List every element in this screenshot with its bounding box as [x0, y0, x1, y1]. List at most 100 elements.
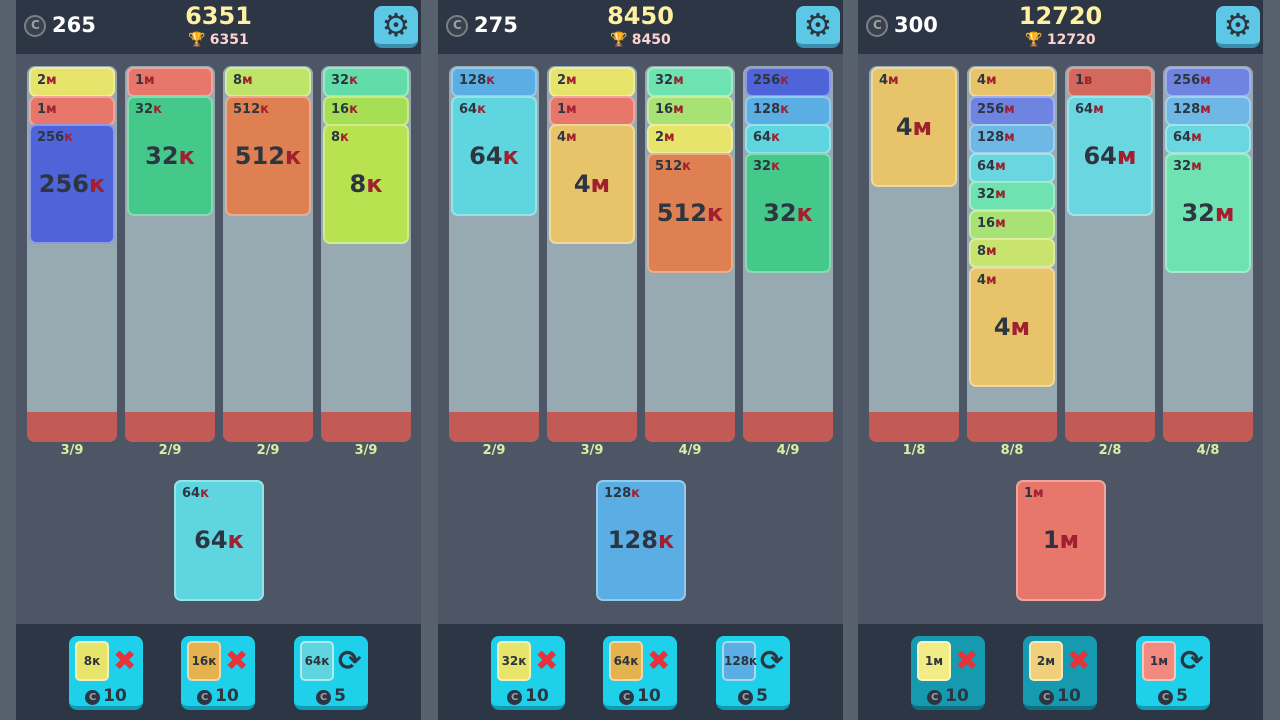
powerup-button[interactable]: 2м ✖ C 10: [1023, 636, 1097, 710]
card-label-small: 128к: [753, 101, 789, 117]
stack-column[interactable]: 32к 16к 8к 8к: [321, 66, 411, 442]
column-base: [223, 412, 313, 442]
powerup-cost: C 10: [603, 686, 677, 706]
powerup-chip: 64к: [609, 641, 643, 681]
card-label-small: 16м: [977, 215, 1006, 231]
powerup-button[interactable]: 1м ✖ C 10: [911, 636, 985, 710]
top-card: 64м 64м: [1067, 95, 1153, 216]
next-card[interactable]: 1м 1м: [1016, 480, 1106, 601]
powerup-button[interactable]: 8к ✖ C 10: [69, 636, 143, 710]
powerup-button[interactable]: 64к ⟳ C 5: [294, 636, 368, 710]
stack-column[interactable]: 2м 1м 256к 256к: [27, 66, 117, 442]
card-label-big: 64м: [1083, 141, 1137, 170]
card-label-small: 32м: [655, 73, 684, 88]
card-label-small: 8м: [977, 244, 997, 259]
powerup-chip: 64к: [300, 641, 334, 681]
card-label-small: 64к: [753, 130, 780, 145]
card-label-big: 4м: [895, 113, 933, 141]
coin-icon: C: [1039, 690, 1055, 705]
powerup-cost-value: 10: [637, 686, 661, 706]
column-base: [321, 412, 411, 442]
stacked-card: 128м: [969, 124, 1055, 154]
column-count: 4/9: [776, 443, 800, 458]
card-label-small: 64м: [1173, 130, 1202, 145]
column-count: 2/8: [1098, 443, 1122, 458]
stack-column[interactable]: 4м 256м 128м 64м 32м 16м 8м 4м 4м: [967, 66, 1057, 442]
next-card-label-small: 1м: [1024, 486, 1044, 501]
card-label-small: 4м: [977, 73, 997, 88]
powerup-cost: C 10: [181, 686, 255, 706]
coin-icon: C: [738, 690, 754, 705]
card-label-small: 2м: [655, 130, 675, 145]
card-label-big: 4м: [573, 170, 611, 198]
top-card: 32м 32м: [1165, 152, 1251, 273]
card-label-small: 1м: [557, 101, 577, 117]
powerup-button[interactable]: 1м ⟳ C 5: [1136, 636, 1210, 710]
coin-icon: C: [197, 690, 213, 705]
powerup-chip: 32к: [497, 641, 531, 681]
stacked-card: 16м: [647, 95, 733, 126]
stack-column[interactable]: 4м 4м: [869, 66, 959, 442]
stack-column[interactable]: 1м 32к 32к: [125, 66, 215, 442]
card-label-small: 64к: [459, 101, 486, 117]
settings-button[interactable]: ⚙: [374, 6, 418, 48]
powerup-cost-value: 10: [215, 686, 239, 706]
column-count: 2/9: [158, 443, 182, 458]
top-card: 4м 4м: [549, 124, 635, 244]
powerup-button[interactable]: 16к ✖ C 10: [181, 636, 255, 710]
next-card-label-big: 64к: [194, 526, 244, 554]
card-label-big: 32м: [1181, 198, 1235, 227]
powerup-cost: C 10: [491, 686, 565, 706]
score: 6351: [185, 2, 252, 30]
settings-button[interactable]: ⚙: [796, 6, 840, 48]
stack-column[interactable]: 128к 64к 64к: [449, 66, 539, 442]
card-label-small: 128к: [459, 73, 495, 88]
stacked-card: 128м: [1165, 95, 1251, 126]
best-score-value: 12720: [1046, 32, 1096, 48]
stacked-card: 16м: [969, 209, 1055, 240]
next-card[interactable]: 128к 128к: [596, 480, 686, 601]
card-label-big: 8к: [349, 170, 383, 198]
best-score: 🏆 12720: [858, 32, 1263, 48]
powerup-button[interactable]: 64к ✖ C 10: [603, 636, 677, 710]
powerup-cost-value: 10: [103, 686, 127, 706]
stacked-card: 2м: [29, 67, 115, 97]
stack-column[interactable]: 256к 128к 64к 32к 32к: [743, 66, 833, 442]
column-count: 1/8: [902, 443, 926, 458]
stacked-card: 2м: [549, 67, 635, 97]
stack-column[interactable]: 2м 1м 4м 4м: [547, 66, 637, 442]
column-base: [743, 412, 833, 442]
stack-column[interactable]: 8м 512к 512к: [223, 66, 313, 442]
column-count: 2/9: [256, 443, 280, 458]
powerup-cost-value: 5: [1176, 686, 1188, 706]
coin-icon: C: [1158, 690, 1174, 705]
card-label-big: 32к: [145, 141, 195, 170]
top-bar: 2656351🏆6351⚙: [16, 0, 421, 54]
close-icon: ✖: [225, 644, 249, 677]
column-count: 3/9: [60, 443, 84, 458]
stack-column[interactable]: 256м 128м 64м 32м 32м: [1163, 66, 1253, 442]
next-card[interactable]: 64к 64к: [174, 480, 264, 601]
best-score-value: 8450: [631, 32, 671, 48]
game-screens: 2656351🏆6351⚙2м1м256к256к3/91м32к32к2/98…: [0, 0, 1280, 720]
close-icon: ✖: [113, 644, 137, 677]
stack-column[interactable]: 1в 64м 64м: [1065, 66, 1155, 442]
stacked-card: 256м: [1165, 67, 1251, 97]
best-score: 🏆 8450: [438, 32, 843, 48]
swap-icon: ⟳: [338, 644, 362, 677]
card-label-big: 32к: [763, 198, 813, 227]
card-label-big: 256к: [38, 170, 106, 198]
settings-button[interactable]: ⚙: [1216, 6, 1260, 48]
powerup-cost: C 10: [911, 686, 985, 706]
column-count: 8/8: [1000, 443, 1024, 458]
game-panel: 2656351🏆6351⚙2м1м256к256к3/91м32к32к2/98…: [16, 0, 421, 720]
stacked-card: 32м: [647, 67, 733, 97]
stack-column[interactable]: 32м 16м 2м 512к 512к: [645, 66, 735, 442]
score: 8450: [607, 2, 674, 30]
powerup-button[interactable]: 128к ⟳ C 5: [716, 636, 790, 710]
powerup-button[interactable]: 32к ✖ C 10: [491, 636, 565, 710]
gear-icon: ⚙: [381, 6, 411, 44]
best-score: 🏆 6351: [16, 32, 421, 48]
card-label-small: 8к: [331, 130, 349, 145]
stacked-card: 1м: [29, 95, 115, 126]
